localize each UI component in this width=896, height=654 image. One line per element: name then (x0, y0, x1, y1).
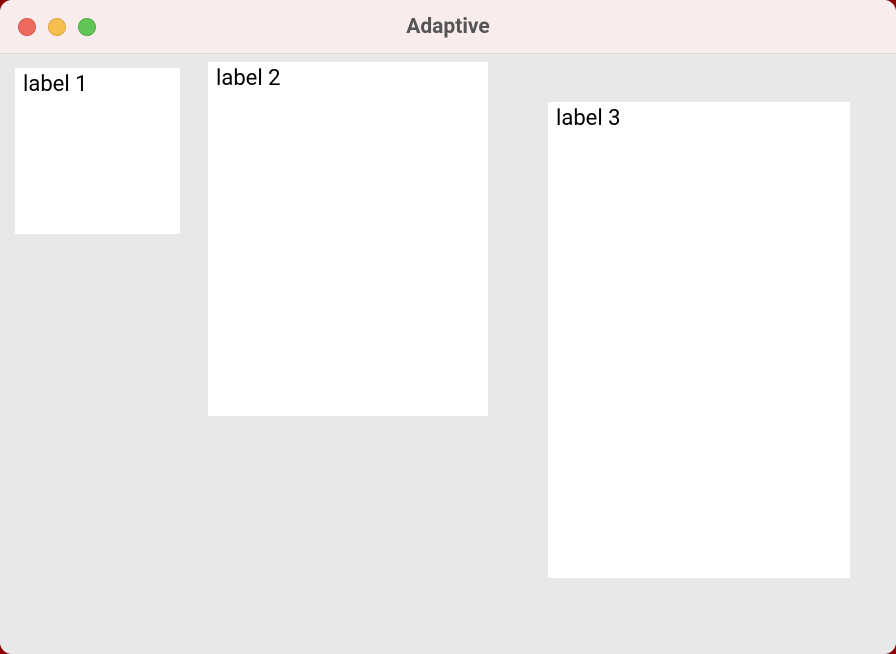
panel-3-label: label 3 (556, 106, 842, 131)
content-area: label 1 label 2 label 3 (0, 54, 896, 654)
panel-2-label: label 2 (216, 66, 480, 91)
panel-3: label 3 (548, 102, 850, 578)
panel-2: label 2 (208, 62, 488, 416)
close-icon[interactable] (18, 18, 36, 36)
panel-1: label 1 (15, 68, 180, 234)
app-window: Adaptive label 1 label 2 label 3 (0, 0, 896, 654)
panel-1-label: label 1 (23, 72, 172, 97)
traffic-lights (0, 18, 96, 36)
zoom-icon[interactable] (78, 18, 96, 36)
window-title: Adaptive (0, 15, 896, 39)
titlebar: Adaptive (0, 0, 896, 54)
minimize-icon[interactable] (48, 18, 66, 36)
